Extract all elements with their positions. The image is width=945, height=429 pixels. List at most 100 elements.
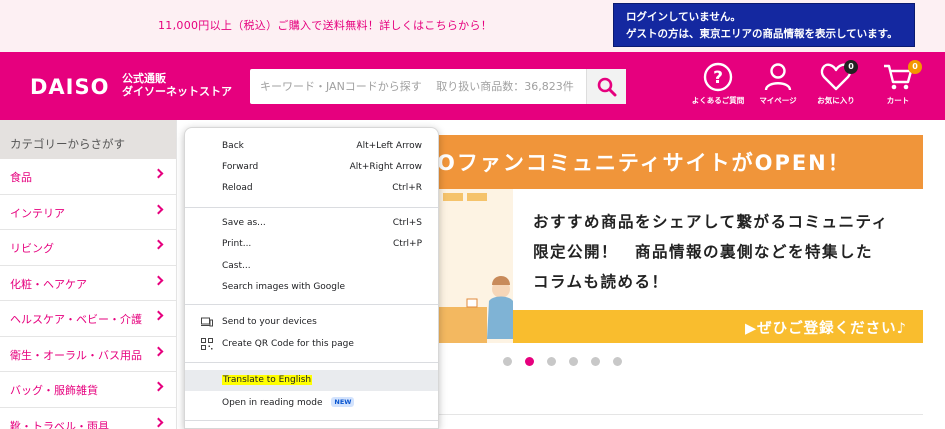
menu-shortcut: Ctrl+R [392, 183, 422, 193]
logo-sub-line1: 公式通販 [122, 72, 166, 85]
login-status-box: ログインしていません。 ゲストの方は、東京エリアの商品情報を表示しています。 [613, 3, 915, 47]
faq-label: よくあるご質問 [691, 96, 745, 105]
carousel-dots [503, 357, 622, 366]
question-icon: ? [703, 62, 733, 92]
banner-title-open: OPEN！ [754, 151, 851, 175]
new-badge: NEW [331, 397, 355, 407]
promo-bar: 11,000円以上（税込）ご購入で送料無料！詳しくはこちらから！ ログインしてい… [0, 0, 945, 52]
menu-shortcut: Alt+Right Arrow [349, 162, 422, 172]
sidebar-title: カテゴリーからさがす [0, 120, 176, 159]
page-root: 11,000円以上（税込）ご購入で送料無料！詳しくはこちらから！ ログインしてい… [0, 0, 945, 429]
search-button[interactable] [586, 69, 626, 104]
menu-item-save-as[interactable]: Save as... Ctrl+S [185, 213, 438, 234]
menu-shortcut: Alt+Left Arrow [356, 141, 422, 151]
sidebar-item-label: インテリア [10, 206, 65, 220]
sidebar-item-label: 衛生・オーラル・バス用品 [10, 348, 142, 362]
cart-link[interactable]: カート 0 [868, 60, 928, 106]
menu-item-print[interactable]: Print... Ctrl+P [185, 234, 438, 255]
menu-item-back[interactable]: Back Alt+Left Arrow [185, 136, 438, 157]
banner-text-line3: コラムも読める！ [533, 273, 669, 291]
logo-text: DAISO [30, 75, 110, 99]
svg-text:?: ? [713, 68, 723, 88]
favorites-link[interactable]: お気に入り 0 [806, 60, 866, 106]
cart-count-badge: 0 [908, 60, 922, 74]
guest-area-line: ゲストの方は、東京エリアの商品情報を表示しています。 [626, 28, 898, 40]
devices-icon [201, 317, 213, 327]
menu-item-label: Forward [222, 162, 259, 172]
sidebar-item-bags[interactable]: バッグ・服飾雑貨 [0, 372, 176, 408]
carousel-dot[interactable] [503, 357, 512, 366]
menu-item-reading-mode[interactable]: Open in reading mode NEW [185, 392, 438, 413]
sidebar-item-healthcare[interactable]: ヘルスケア・ベビー・介護 [0, 301, 176, 337]
sidebar-item-living[interactable]: リビング [0, 230, 176, 266]
carousel-dot[interactable] [547, 357, 556, 366]
carousel-dot[interactable] [569, 357, 578, 366]
menu-shortcut: Ctrl+S [392, 218, 422, 228]
category-sidebar: カテゴリーからさがす 食品 インテリア リビング 化粧・ヘアケア ヘルスケア・ベ… [0, 120, 177, 429]
menu-separator [185, 362, 438, 363]
menu-shortcut: Ctrl+P [393, 239, 422, 249]
divider [437, 414, 923, 415]
sidebar-item-hygiene[interactable]: 衛生・オーラル・バス用品 [0, 337, 176, 372]
logo-subtitle: 公式通販 ダイソーネットストア [122, 72, 232, 98]
banner-title-text: Oファンコミュニティサイトが [437, 151, 755, 175]
faq-link[interactable]: ? よくあるご質問 [688, 62, 748, 106]
menu-item-label: Save as... [222, 218, 266, 228]
menu-item-translate[interactable]: Translate to English [185, 370, 438, 391]
banner-description: おすすめ商品をシェアして繋がるコミュニティ 限定公開！ 商品情報の裏側などを特集… [533, 207, 889, 297]
chevron-right-icon [153, 417, 164, 427]
chevron-right-icon [153, 204, 164, 214]
carousel-dot-active[interactable] [525, 357, 534, 366]
menu-item-label: Print... [222, 239, 252, 249]
menu-item-label: Back [222, 141, 244, 151]
sidebar-item-cosmetics[interactable]: 化粧・ヘアケア [0, 266, 176, 301]
search-input[interactable] [250, 69, 586, 104]
menu-item-cast[interactable]: Cast... [185, 256, 438, 277]
favorites-count-badge: 0 [844, 60, 858, 74]
site-header: DAISO 公式通販 ダイソーネットストア ? よくあるご質問 [0, 52, 945, 120]
menu-item-label: Create QR Code for this page [222, 339, 354, 349]
chevron-right-icon [153, 239, 164, 250]
chevron-right-icon [153, 275, 164, 285]
menu-item-forward[interactable]: Forward Alt+Right Arrow [185, 157, 438, 178]
qr-code-icon [201, 338, 213, 350]
register-cta-button[interactable]: ▶ぜひご登録ください♪ [513, 310, 923, 343]
menu-item-label: Search images with Google [222, 282, 346, 292]
login-status-line: ログインしていません。 [626, 11, 741, 23]
carousel-dot[interactable] [591, 357, 600, 366]
menu-item-search-images[interactable]: Search images with Google [185, 277, 438, 298]
chevron-right-icon [153, 310, 164, 321]
menu-separator [185, 207, 438, 208]
menu-item-reload[interactable]: Reload Ctrl+R [185, 178, 438, 199]
chevron-right-icon [153, 381, 164, 392]
menu-separator [185, 420, 438, 421]
chevron-right-icon [153, 346, 164, 356]
favorites-label: お気に入り [817, 96, 855, 105]
banner-illustration [437, 189, 513, 343]
daiso-logo[interactable]: DAISO [30, 75, 109, 99]
menu-separator [185, 304, 438, 305]
sidebar-item-label: 化粧・ヘアケア [10, 277, 87, 291]
search-icon [597, 77, 616, 96]
search-bar [250, 69, 626, 104]
menu-item-send-to-devices[interactable]: Send to your devices [185, 312, 438, 333]
mypage-label: マイページ [759, 96, 797, 105]
browser-context-menu: Back Alt+Left Arrow Forward Alt+Right Ar… [184, 127, 439, 429]
banner-title: OファンコミュニティサイトがOPEN！ [437, 147, 851, 177]
banner-text-line1: おすすめ商品をシェアして繋がるコミュニティ [533, 213, 889, 231]
person-illustration [437, 189, 513, 343]
chevron-right-icon [153, 168, 164, 179]
sidebar-item-label: リビング [10, 242, 54, 255]
sidebar-item-shoes[interactable]: 靴・トラベル・雨具 [0, 408, 176, 429]
user-icon [764, 63, 792, 91]
sidebar-item-label: 食品 [10, 171, 32, 184]
carousel-dot[interactable] [613, 357, 622, 366]
free-shipping-link[interactable]: 11,000円以上（税込）ご購入で送料無料！詳しくはこちらから！ [158, 17, 492, 33]
menu-item-label: Reload [222, 183, 253, 193]
menu-item-label: Open in reading mode [222, 398, 323, 408]
mypage-link[interactable]: マイページ [748, 62, 808, 106]
menu-item-qr-code[interactable]: Create QR Code for this page [185, 334, 438, 355]
menu-item-label: Translate to English [222, 375, 313, 385]
sidebar-item-food[interactable]: 食品 [0, 159, 176, 195]
sidebar-item-interior[interactable]: インテリア [0, 195, 176, 230]
